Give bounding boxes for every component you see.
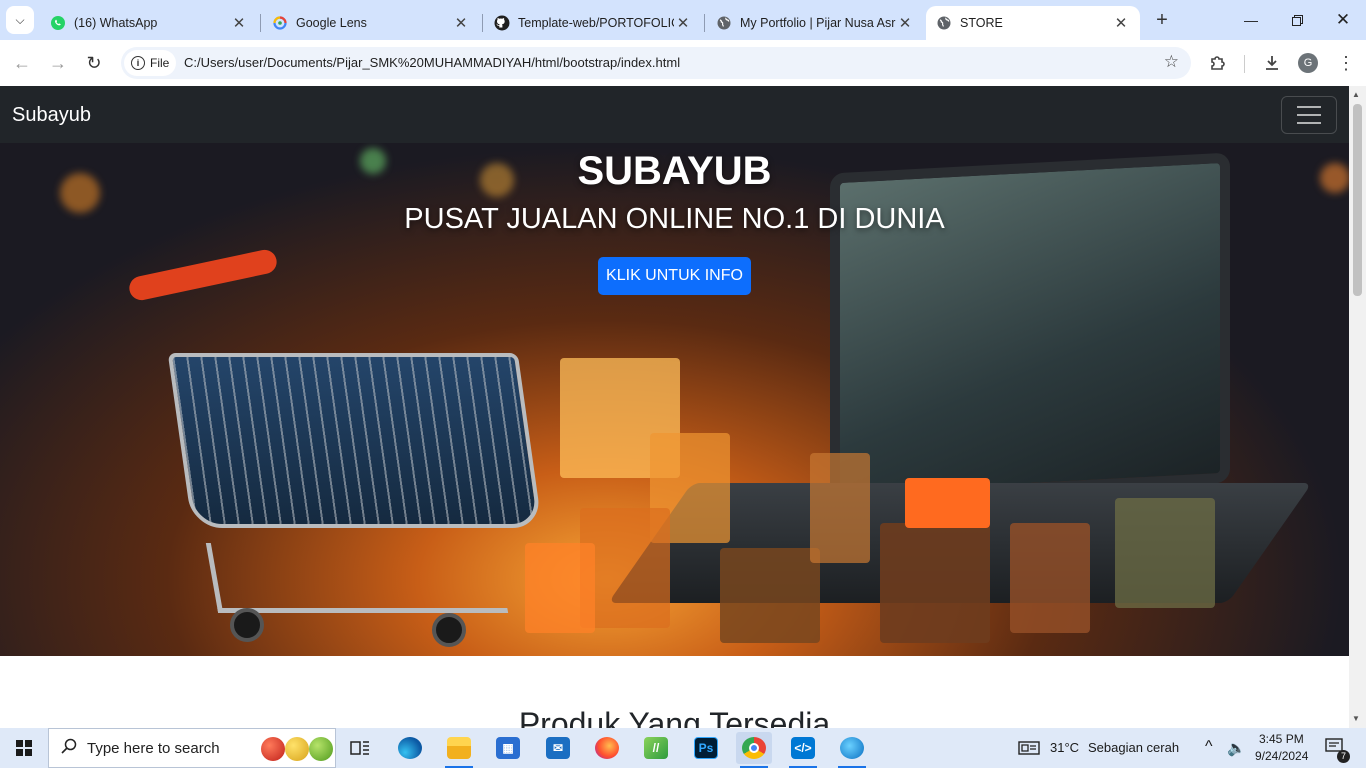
glowing-cube	[905, 478, 990, 528]
window-close-icon[interactable]: ✕	[1320, 0, 1366, 40]
tab-search-chevron-icon[interactable]: ⌵	[6, 6, 34, 34]
scroll-up-arrow-icon[interactable]: ▲	[1352, 90, 1360, 99]
bookmark-star-icon[interactable]: ☆	[1164, 52, 1179, 72]
tab-title: (16) WhatsApp	[74, 16, 158, 30]
tab-separator	[260, 14, 261, 32]
hero-image-cart-handle	[127, 247, 279, 303]
hero-image-cart-wheel	[230, 608, 264, 642]
page-scrollbar[interactable]: ▲ ▼	[1349, 86, 1366, 728]
navbar-toggler-hamburger-icon[interactable]	[1281, 96, 1337, 134]
extensions-puzzle-icon[interactable]	[1206, 51, 1230, 75]
restore-icon[interactable]	[1274, 0, 1320, 40]
close-icon[interactable]: ✕	[452, 14, 470, 32]
tab-whatsapp[interactable]: (16) WhatsApp ✕	[40, 6, 258, 40]
tab-store[interactable]: STORE ✕	[926, 6, 1140, 40]
close-icon[interactable]: ✕	[1112, 14, 1130, 32]
page-viewport: Subayub SUBAYUB PUSAT JUALAN ONLINE NO.1…	[0, 86, 1366, 728]
site-navbar: Subayub	[0, 86, 1349, 143]
profile-avatar[interactable]: G	[1298, 53, 1318, 73]
scroll-down-arrow-icon[interactable]: ▼	[1352, 714, 1360, 723]
hero-image-cart-wheel	[432, 613, 466, 647]
weather-description[interactable]: Sebagian cerah	[1088, 740, 1179, 755]
new-tab-plus-icon[interactable]: +	[1150, 8, 1174, 32]
hero-info-button[interactable]: KLIK UNTUK INFO	[598, 257, 751, 295]
url-text[interactable]: C:/Users/user/Documents/Pijar_SMK%20MUHA…	[184, 55, 680, 70]
glowing-cube	[1115, 498, 1215, 608]
back-arrow-icon[interactable]: ←	[8, 49, 36, 77]
site-info-chip[interactable]: i File	[124, 50, 176, 76]
glowing-cube	[1010, 523, 1090, 633]
browser-tab-strip: ⌵ (16) WhatsApp ✕ Google Lens ✕ Template…	[0, 0, 1366, 40]
fruit-pear-icon	[285, 737, 309, 761]
weather-icon[interactable]	[1018, 740, 1040, 759]
volume-muted-icon[interactable]: 🔈	[1227, 739, 1246, 757]
app-blue-icon[interactable]	[834, 732, 870, 768]
close-icon[interactable]: ✕	[674, 14, 692, 32]
tab-my-portfolio[interactable]: My Portfolio | Pijar Nusa Asri ✕	[706, 6, 924, 40]
kebab-menu-icon[interactable]: ⋮	[1334, 51, 1358, 75]
weather-temperature[interactable]: 31°C	[1050, 740, 1079, 755]
mail-icon[interactable]: ✉	[540, 732, 576, 764]
close-icon[interactable]: ✕	[230, 14, 248, 32]
tray-chevron-up-icon[interactable]: ^	[1205, 738, 1213, 756]
windows-taskbar: Type here to search ▦ ✉ // Ps </> 31°C S…	[0, 728, 1366, 768]
toolbar-divider	[1244, 55, 1245, 73]
search-icon	[61, 738, 77, 759]
task-view-icon[interactable]	[342, 732, 378, 764]
tab-google-lens[interactable]: Google Lens ✕	[262, 6, 480, 40]
windows-start-icon[interactable]	[0, 728, 48, 768]
taskbar-search-box[interactable]: Type here to search	[48, 728, 336, 768]
whatsapp-icon	[50, 15, 66, 31]
clock-date[interactable]: 9/24/2024	[1255, 749, 1308, 763]
scrollbar-thumb[interactable]	[1353, 104, 1362, 296]
tab-github[interactable]: Template-web/PORTOFOLIO ✕	[484, 6, 702, 40]
tab-separator	[704, 14, 705, 32]
chrome-icon[interactable]	[736, 732, 772, 768]
app-green-icon[interactable]: //	[638, 732, 674, 764]
vscode-icon[interactable]: </>	[785, 732, 821, 768]
photoshop-icon[interactable]: Ps	[688, 732, 724, 764]
search-placeholder: Type here to search	[87, 739, 220, 757]
navbar-brand[interactable]: Subayub	[12, 104, 91, 127]
google-lens-icon	[272, 15, 288, 31]
fruit-apple-icon	[261, 737, 285, 761]
scheme-label: File	[150, 56, 170, 70]
clock-time[interactable]: 3:45 PM	[1259, 732, 1304, 746]
hero-subtitle: PUSAT JUALAN ONLINE NO.1 DI DUNIA	[404, 203, 945, 235]
download-icon[interactable]	[1260, 51, 1284, 75]
edge-browser-icon[interactable]	[392, 732, 428, 764]
close-icon[interactable]: ✕	[896, 14, 914, 32]
glowing-cube	[880, 523, 990, 643]
notification-badge: 7	[1337, 750, 1350, 763]
browser-toolbar: ← → ↻ i File C:/Users/user/Documents/Pij…	[0, 40, 1366, 86]
glowing-cube	[810, 453, 870, 563]
tab-separator	[482, 14, 483, 32]
file-explorer-icon[interactable]	[441, 732, 477, 768]
glowing-cube	[525, 543, 595, 633]
tab-title: Google Lens	[296, 16, 367, 30]
tab-title: My Portfolio | Pijar Nusa Asri	[740, 16, 896, 30]
reload-icon[interactable]: ↻	[80, 49, 108, 77]
globe-icon	[716, 15, 732, 31]
fruit-green-apple-icon	[309, 737, 333, 761]
minimize-icon[interactable]: —	[1228, 0, 1274, 40]
forward-arrow-icon[interactable]: →	[44, 49, 72, 77]
tab-title: Template-web/PORTOFOLIO	[518, 16, 674, 30]
microsoft-store-icon[interactable]: ▦	[490, 732, 526, 764]
hero-banner: SUBAYUB PUSAT JUALAN ONLINE NO.1 DI DUNI…	[0, 143, 1349, 656]
section-title: Produk Yang Tersedia	[518, 706, 831, 728]
globe-icon	[936, 15, 952, 31]
github-icon	[494, 15, 510, 31]
hero-image-cart-basket	[167, 353, 543, 528]
hero-image-cart-frame	[205, 543, 509, 613]
hero-title: SUBAYUB	[577, 149, 772, 193]
info-icon: i	[131, 56, 145, 70]
glowing-cube	[720, 548, 820, 643]
firefox-icon[interactable]	[589, 732, 625, 764]
address-bar[interactable]: i File C:/Users/user/Documents/Pijar_SMK…	[121, 47, 1191, 79]
tab-title: STORE	[960, 16, 1003, 30]
